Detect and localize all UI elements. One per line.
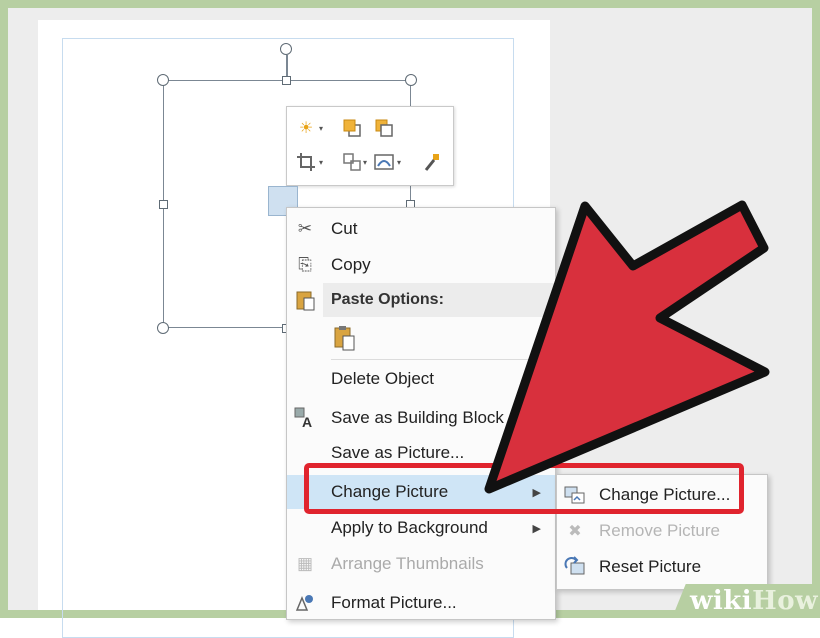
submenu-item-remove-picture: ✖ Remove Picture [557,514,767,548]
menu-item-label: Paste Options: [331,291,444,308]
copy-icon: ⎘ [298,255,312,274]
svg-text:A: A [302,414,312,429]
wrap-text-icon[interactable] [373,151,395,173]
menu-item-arrange-thumbnails: ▦ Arrange Thumbnails [287,547,555,581]
crop-icon[interactable] [295,151,317,173]
menu-item-label: Reset Picture [599,557,702,576]
logo-how: How [752,586,818,616]
menu-item-label: Save as Building Block [331,408,504,427]
menu-item-label: Copy [331,255,371,274]
scissors-icon: ✂ [297,219,313,238]
building-block-icon: A [292,405,318,431]
rotation-handle[interactable] [280,43,292,55]
menu-item-label: Format Picture... [331,593,457,612]
sun-icon[interactable]: ☀ [295,117,317,139]
menu-item-label: Delete Object [331,369,434,388]
chevron-down-icon[interactable]: ▾ [319,158,323,167]
menu-item-label: Remove Picture [599,521,720,540]
format-picture-icon [292,590,318,616]
reset-picture-icon [562,554,588,580]
menu-item-format-picture[interactable]: Format Picture... [287,586,555,620]
logo-wiki: wiki [690,586,753,616]
menu-item-copy[interactable]: ⎘ Copy [287,248,555,282]
paste-options-header: Paste Options: [287,283,555,317]
resize-handle-top-right[interactable] [405,74,417,86]
remove-picture-icon: ✖ [568,523,582,540]
send-backward-icon[interactable] [373,117,395,139]
clipboard-icon [292,287,318,313]
resize-handle-left[interactable] [159,200,168,209]
menu-item-delete-object[interactable]: Delete Object [287,362,555,396]
grid-icon: ▦ [296,554,314,573]
chevron-down-icon[interactable]: ▾ [397,158,401,167]
menu-separator [331,359,555,360]
submenu-item-reset-picture[interactable]: Reset Picture [557,550,767,584]
menu-item-apply-to-background[interactable]: Apply to Background ▶ [287,511,555,545]
format-painter-icon[interactable] [421,151,443,173]
paste-icon [331,325,357,351]
mini-toolbar: ☀ ▾ ▾ ▾ ▾ [286,106,454,186]
menu-item-cut[interactable]: ✂ Cut [287,212,555,246]
resize-handle-top[interactable] [282,76,291,85]
resize-handle-top-left[interactable] [157,74,169,86]
wikihow-logo: wikiHow [690,586,818,616]
menu-item-label: Apply to Background [331,518,488,537]
menu-item-label: Cut [331,219,358,238]
menu-item-label: Arrange Thumbnails [331,554,484,573]
context-menu: ✂ Cut ⎘ Copy Paste Options: Delete Objec… [286,207,556,620]
bring-forward-icon[interactable] [341,117,363,139]
chevron-down-icon[interactable]: ▾ [319,124,323,133]
group-icon[interactable] [341,151,363,173]
resize-handle-bottom-left[interactable] [157,322,169,334]
menu-item-label: Save as Picture... [331,443,465,462]
menu-item-save-as-building-block[interactable]: A Save as Building Block [287,401,555,435]
highlight-callout-box [304,463,744,514]
chevron-down-icon[interactable]: ▾ [363,158,367,167]
paste-keep-source-button[interactable] [287,321,555,355]
chevron-right-icon: ▶ [532,522,541,535]
